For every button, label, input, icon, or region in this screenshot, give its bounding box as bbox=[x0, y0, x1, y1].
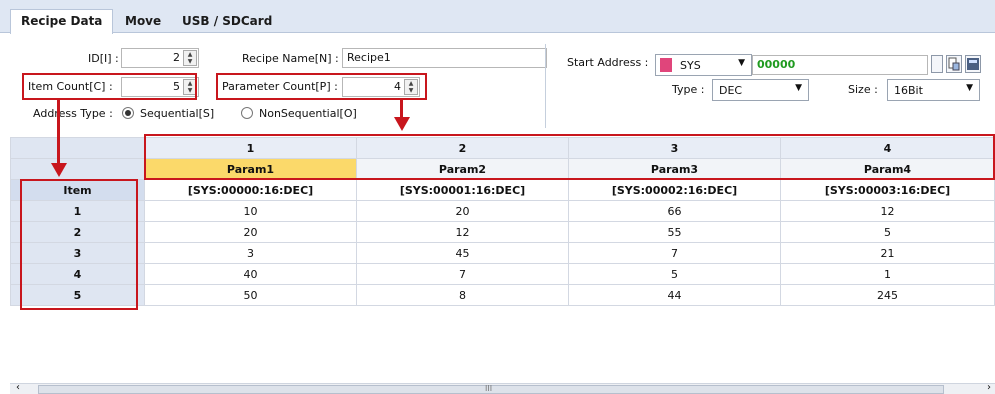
size-value: 16Bit bbox=[894, 84, 923, 97]
table-cell[interactable]: 12 bbox=[780, 200, 995, 222]
corner-cell bbox=[10, 137, 145, 159]
address-type-label: Address Type : bbox=[33, 107, 113, 120]
table-cell[interactable]: 7 bbox=[568, 242, 781, 264]
scroll-thumb[interactable]: III bbox=[38, 384, 944, 394]
id-value: 2 bbox=[173, 51, 180, 64]
param-arrow-head bbox=[394, 117, 410, 131]
type-value: DEC bbox=[719, 84, 743, 97]
scroll-right-icon[interactable]: › bbox=[987, 382, 991, 393]
param-columns-highlight bbox=[144, 134, 995, 180]
table-cell[interactable]: 245 bbox=[780, 284, 995, 306]
param-address-2: [SYS:00001:16:DEC] bbox=[356, 179, 569, 201]
table-cell[interactable]: 10 bbox=[144, 200, 357, 222]
address-spin-icon[interactable] bbox=[931, 55, 943, 73]
sequential-label[interactable]: Sequential[S] bbox=[140, 107, 214, 120]
tab-usb-sdcard[interactable]: USB / SDCard bbox=[172, 10, 282, 33]
table-cell[interactable]: 45 bbox=[356, 242, 569, 264]
table-cell[interactable]: 12 bbox=[356, 221, 569, 243]
type-label: Type : bbox=[672, 83, 705, 96]
table-cell[interactable]: 1 bbox=[780, 263, 995, 285]
id-label: ID[I] : bbox=[88, 52, 119, 65]
param-arrow-line bbox=[400, 100, 403, 118]
tab-bar: Recipe Data Move USB / SDCard bbox=[0, 0, 995, 34]
table-row: 4 40 7 5 1 bbox=[10, 263, 995, 285]
recipe-name-input[interactable]: Recipe1 bbox=[342, 48, 547, 68]
table-cell[interactable]: 40 bbox=[144, 263, 357, 285]
address-row: Item [SYS:00000:16:DEC] [SYS:00001:16:DE… bbox=[10, 179, 995, 201]
table-cell[interactable]: 3 bbox=[144, 242, 357, 264]
param-count-highlight bbox=[216, 73, 427, 100]
param-address-1: [SYS:00000:16:DEC] bbox=[144, 179, 357, 201]
form-separator bbox=[545, 44, 546, 128]
tab-move[interactable]: Move bbox=[115, 10, 171, 33]
item-count-highlight bbox=[22, 73, 197, 100]
type-select[interactable]: DEC ▼ bbox=[712, 79, 809, 101]
device-browse-icon[interactable] bbox=[946, 55, 962, 73]
table-row: 2 20 12 55 5 bbox=[10, 221, 995, 243]
tab-recipe-data[interactable]: Recipe Data bbox=[10, 9, 114, 34]
table-cell[interactable]: 20 bbox=[144, 221, 357, 243]
table-cell[interactable]: 7 bbox=[356, 263, 569, 285]
table-cell[interactable]: 44 bbox=[568, 284, 781, 306]
table-cell[interactable]: 5 bbox=[780, 221, 995, 243]
table-cell[interactable]: 55 bbox=[568, 221, 781, 243]
param-address-4: [SYS:00003:16:DEC] bbox=[780, 179, 995, 201]
address-input[interactable]: 00000 bbox=[752, 55, 928, 75]
recipe-name-label: Recipe Name[N] : bbox=[242, 52, 339, 65]
item-rows-highlight bbox=[20, 179, 138, 310]
keypad-icon[interactable] bbox=[965, 55, 981, 73]
table-cell[interactable]: 21 bbox=[780, 242, 995, 264]
device-icon bbox=[660, 58, 672, 72]
item-arrow-head bbox=[51, 163, 67, 177]
sequential-radio[interactable] bbox=[122, 107, 134, 119]
id-spin-buttons[interactable]: ▲ ▼ bbox=[183, 50, 197, 66]
chevron-down-icon: ▼ bbox=[966, 83, 973, 93]
corner-cell bbox=[10, 158, 145, 180]
table-cell[interactable]: 50 bbox=[144, 284, 357, 306]
nonsequential-radio[interactable] bbox=[241, 107, 253, 119]
chevron-down-icon: ▼ bbox=[795, 83, 802, 93]
horizontal-scrollbar[interactable]: ‹ III › bbox=[10, 382, 995, 394]
table-row: 5 50 8 44 245 bbox=[10, 284, 995, 306]
table-cell[interactable]: 20 bbox=[356, 200, 569, 222]
table-row: 3 3 45 7 21 bbox=[10, 242, 995, 264]
scroll-left-icon[interactable]: ‹ bbox=[16, 382, 20, 393]
chevron-down-icon: ▼ bbox=[738, 58, 745, 68]
table-cell[interactable]: 5 bbox=[568, 263, 781, 285]
table-row: 1 10 20 66 12 bbox=[10, 200, 995, 222]
table-cell[interactable]: 8 bbox=[356, 284, 569, 306]
device-select[interactable]: SYS ▼ bbox=[655, 54, 752, 76]
item-arrow-line bbox=[57, 100, 60, 164]
nonsequential-label[interactable]: NonSequential[O] bbox=[259, 107, 357, 120]
size-select[interactable]: 16Bit ▼ bbox=[887, 79, 980, 101]
start-address-label: Start Address : bbox=[567, 56, 649, 69]
size-label: Size : bbox=[848, 83, 878, 96]
id-spinner[interactable]: 2 ▲ ▼ bbox=[121, 48, 199, 68]
device-value: SYS bbox=[680, 59, 701, 72]
param-address-3: [SYS:00002:16:DEC] bbox=[568, 179, 781, 201]
table-cell[interactable]: 66 bbox=[568, 200, 781, 222]
scroll-grip-icon: III bbox=[485, 384, 493, 393]
